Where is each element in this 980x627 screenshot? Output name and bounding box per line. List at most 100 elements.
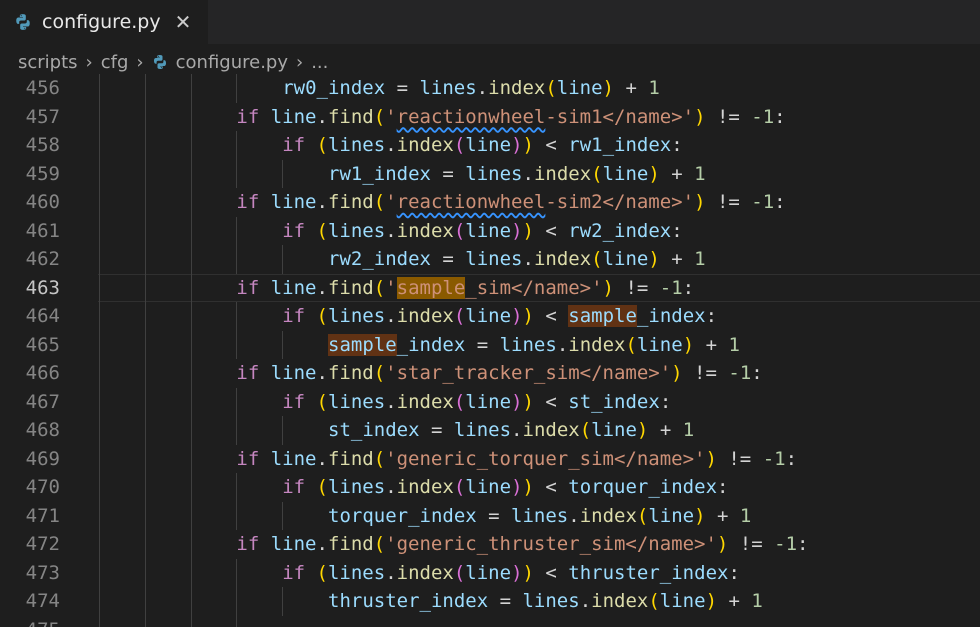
indent-guide — [190, 131, 192, 160]
breadcrumb-item-configure-py[interactable]: configure.py — [176, 52, 288, 73]
code-line[interactable]: 460 if line.find('reactionwheel-sim2</nam… — [0, 188, 980, 217]
indent-guide — [190, 302, 192, 331]
indent-guide — [190, 387, 192, 416]
code-line[interactable]: 456 rw0_index = lines.index(line) + 1 — [0, 74, 980, 103]
code-line[interactable]: 468 st_index = lines.index(line) + 1 — [0, 416, 980, 445]
code-text: rw2_index = lines.index(line) + 1 — [328, 248, 706, 270]
breadcrumb-item-more[interactable]: ... — [311, 52, 328, 73]
indent-guide — [236, 216, 238, 245]
line-number: 464 — [25, 305, 60, 327]
indent-guide — [236, 501, 238, 530]
indent-guide — [190, 473, 192, 502]
indent-guide — [282, 245, 284, 274]
indent-guide — [190, 587, 192, 616]
indent-guide — [282, 501, 284, 530]
line-number: 469 — [25, 447, 60, 470]
indent-guide — [190, 74, 192, 103]
indent-guide — [144, 216, 146, 245]
indent-guide — [236, 416, 238, 445]
line-number: 463 — [25, 276, 60, 299]
code-text: st_index = lines.index(line) + 1 — [328, 419, 695, 441]
indent-guide — [99, 615, 100, 627]
indent-guide — [190, 330, 192, 359]
chevron-right-icon: › — [136, 51, 144, 73]
code-text: rw0_index = lines.index(line) + 1 — [282, 77, 660, 99]
code-text: sample_index = lines.index(line) + 1 — [328, 333, 740, 356]
indent-guide — [236, 473, 238, 502]
code-line[interactable]: 462 rw2_index = lines.index(line) + 1 — [0, 245, 980, 274]
indent-guide — [99, 74, 100, 103]
chevron-right-icon: › — [296, 51, 304, 73]
breadcrumb-item-cfg[interactable]: cfg — [101, 52, 129, 73]
code-line[interactable]: 465 sample_index = lines.index(line) + 1 — [0, 330, 980, 359]
code-text: thruster_index = lines.index(line) + 1 — [328, 590, 763, 612]
line-number: 470 — [25, 476, 60, 498]
code-line[interactable]: 471 torquer_index = lines.index(line) + 1 — [0, 501, 980, 530]
indent-guide — [99, 131, 100, 160]
line-number: 456 — [25, 77, 60, 99]
indent-guide — [99, 444, 100, 473]
indent-guide — [236, 558, 238, 587]
indent-guide — [190, 159, 192, 188]
line-number: 475 — [0, 616, 60, 627]
indent-guide — [99, 501, 100, 530]
close-icon[interactable]: ✕ — [175, 10, 192, 34]
indent-guide — [190, 245, 192, 274]
code-line[interactable]: 470 if (lines.index(line)) < torquer_inde… — [0, 473, 980, 502]
indent-guide — [144, 359, 146, 388]
code-text: if line.find('reactionwheel-sim2</name>'… — [236, 191, 786, 213]
indent-guide — [236, 302, 238, 331]
code-text: if (lines.index(line)) < st_index: — [282, 390, 672, 413]
code-line[interactable]: 466 if line.find('star_tracker_sim</name>… — [0, 359, 980, 388]
indent-guide — [190, 558, 192, 587]
indent-guide — [190, 273, 192, 302]
indent-guide — [282, 587, 284, 616]
code-line[interactable]: 458 if (lines.index(line)) < rw1_index: — [0, 131, 980, 160]
indent-guide — [190, 416, 192, 445]
indent-guide — [99, 159, 100, 188]
code-line[interactable]: 469 if line.find('generic_torquer_sim</na… — [0, 444, 980, 473]
indent-guide — [236, 131, 238, 160]
line-number: 458 — [25, 134, 60, 156]
indent-guide — [282, 416, 284, 445]
code-text: if (lines.index(line)) < torquer_index: — [282, 476, 729, 498]
code-line[interactable]: 463 if line.find('sample_sim</name>') != … — [0, 273, 980, 302]
code-line[interactable]: 475 — [0, 615, 980, 627]
line-number: 468 — [25, 419, 60, 441]
indent-guide — [144, 159, 146, 188]
code-line[interactable]: 461 if (lines.index(line)) < rw2_index: — [0, 216, 980, 245]
indent-guide — [236, 159, 238, 188]
code-text: if (lines.index(line)) < sample_index: — [282, 305, 718, 327]
indent-guide — [99, 302, 100, 331]
tab-configure-py[interactable]: configure.py ✕ — [0, 0, 208, 44]
code-line[interactable]: 459 rw1_index = lines.index(line) + 1 — [0, 159, 980, 188]
indent-guide — [99, 473, 100, 502]
indent-guide — [190, 444, 192, 473]
indent-guide — [144, 387, 146, 416]
code-line[interactable]: 473 if (lines.index(line)) < thruster_ind… — [0, 558, 980, 587]
indent-guide — [144, 273, 146, 302]
indent-guide — [99, 216, 100, 245]
indent-guide — [190, 530, 192, 559]
code-line[interactable]: 472 if line.find('generic_thruster_sim</n… — [0, 530, 980, 559]
indent-guide — [190, 188, 192, 217]
indent-guide — [190, 615, 192, 627]
code-line[interactable]: 467 if (lines.index(line)) < st_index: — [0, 387, 980, 416]
indent-guide — [144, 131, 146, 160]
code-line[interactable]: 464 if (lines.index(line)) < sample_index… — [0, 302, 980, 331]
code-editor[interactable]: 456 rw0_index = lines.index(line) + 1 457 i… — [0, 73, 980, 627]
breadcrumb-item-scripts[interactable]: scripts — [18, 52, 78, 73]
indent-guide — [99, 188, 100, 217]
indent-guide — [99, 416, 100, 445]
line-number: 459 — [25, 162, 60, 185]
indent-guide — [190, 359, 192, 388]
indent-guide — [99, 587, 100, 616]
line-number: 473 — [25, 561, 60, 584]
code-line[interactable]: 457 if line.find('reactionwheel-sim1</nam… — [0, 102, 980, 131]
indent-guide — [99, 558, 100, 587]
line-number: 471 — [25, 504, 60, 527]
indent-guide — [144, 302, 146, 331]
line-number: 465 — [25, 333, 60, 356]
line-number: 457 — [25, 105, 60, 128]
code-line[interactable]: 474 thruster_index = lines.index(line) + … — [0, 587, 980, 616]
